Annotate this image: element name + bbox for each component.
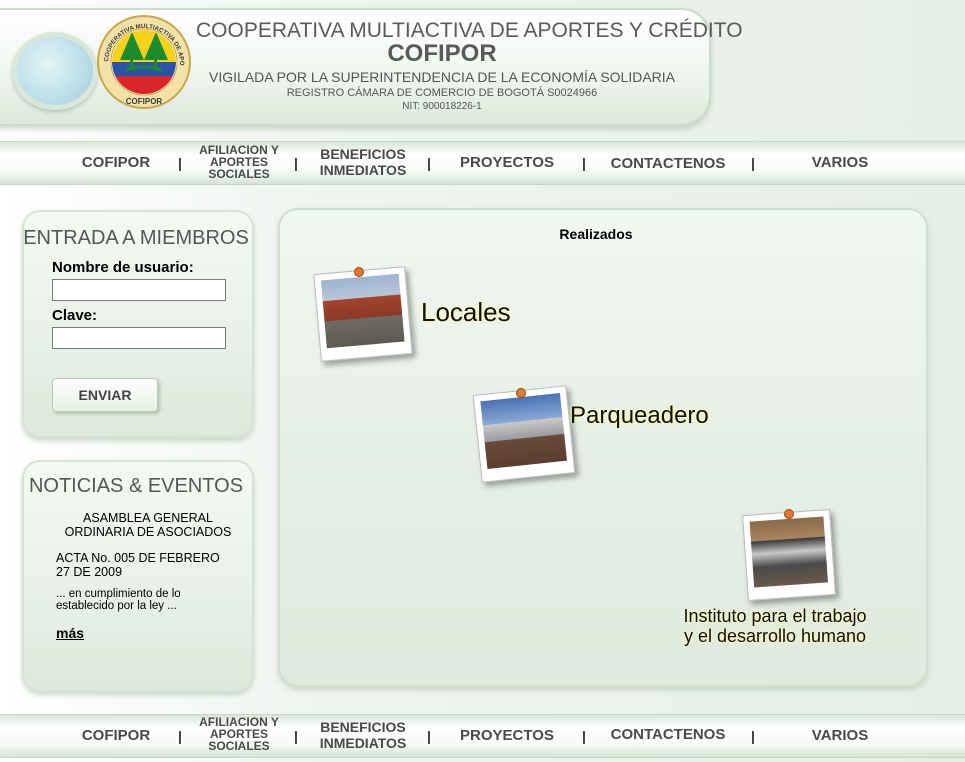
locales-image bbox=[320, 273, 405, 349]
news-title: NOTICIAS & EVENTOS bbox=[28, 475, 244, 497]
main-heading: Realizados bbox=[559, 226, 633, 242]
news-excerpt-line2: establecido por la ley ... bbox=[56, 600, 177, 612]
nav-beneficios-line2: INMEDIATOS bbox=[319, 735, 407, 751]
instituto-image bbox=[749, 516, 829, 588]
news-acta: ACTA No. 005 DE FEBRERO 27 DE 2009 bbox=[56, 551, 220, 579]
nav-proyectos[interactable]: PROYECTOS bbox=[450, 728, 564, 743]
news-more-link[interactable]: más bbox=[56, 625, 84, 641]
news-acta-line1: ACTA No. 005 DE FEBRERO bbox=[56, 551, 220, 565]
nav-separator: | bbox=[178, 155, 182, 171]
parqueadero-photo[interactable] bbox=[472, 385, 576, 483]
enviar-button[interactable]: ENVIAR bbox=[52, 378, 158, 412]
locales-photo[interactable] bbox=[313, 266, 413, 362]
news-headline: ASAMBLEA GENERAL ORDINARIA DE ASOCIADOS bbox=[56, 511, 240, 539]
nav-afiliacion-line3: SOCIALES bbox=[208, 739, 270, 753]
nav-varios[interactable]: VARIOS bbox=[790, 728, 890, 743]
username-label: Nombre de usuario: bbox=[52, 259, 194, 276]
logo-bottom-text: COFIPOR bbox=[126, 97, 163, 106]
nav-separator: | bbox=[751, 155, 755, 171]
nav-separator: | bbox=[751, 728, 755, 744]
nav-separator: | bbox=[178, 728, 182, 744]
news-headline-line2: ORDINARIA DE ASOCIADOS bbox=[64, 525, 232, 539]
header-supervision: VIGILADA POR LA SUPERINTENDENCIA DE LA E… bbox=[208, 69, 676, 85]
news-headline-line1: ASAMBLEA GENERAL bbox=[83, 511, 213, 525]
decorative-orb-icon bbox=[12, 32, 98, 110]
nav-cofipor[interactable]: COFIPOR bbox=[70, 728, 162, 743]
nav-contactenos[interactable]: CONTACTENOS bbox=[602, 727, 734, 742]
instituto-photo[interactable] bbox=[742, 509, 836, 601]
news-excerpt: ... en cumplimiento de lo establecido po… bbox=[56, 588, 181, 612]
nav-separator: | bbox=[427, 728, 431, 744]
news-acta-line2: 27 DE 2009 bbox=[56, 565, 123, 579]
nav-contactenos[interactable]: CONTACTENOS bbox=[602, 156, 734, 171]
nav-separator: | bbox=[294, 155, 298, 171]
nav-beneficios[interactable]: BENEFICIOS INMEDIATOS bbox=[307, 146, 419, 178]
instituto-caption-line2: y el desarrollo humano bbox=[683, 626, 867, 646]
password-input[interactable] bbox=[52, 327, 226, 349]
locales-caption[interactable]: Locales bbox=[421, 297, 511, 328]
nav-beneficios-line1: BENEFICIOS bbox=[320, 719, 406, 735]
nav-separator: | bbox=[582, 728, 586, 744]
nav-separator: | bbox=[294, 728, 298, 744]
nav-beneficios[interactable]: BENEFICIOS INMEDIATOS bbox=[307, 719, 419, 751]
nav-varios[interactable]: VARIOS bbox=[790, 155, 890, 170]
nav-proyectos[interactable]: PROYECTOS bbox=[450, 155, 564, 170]
pin-icon bbox=[354, 267, 364, 277]
pin-icon bbox=[516, 388, 526, 398]
news-excerpt-line1: ... en cumplimiento de lo bbox=[56, 588, 181, 600]
nav-cofipor[interactable]: COFIPOR bbox=[70, 155, 162, 170]
nav-afiliacion[interactable]: AFILIACION Y APORTES SOCIALES bbox=[190, 716, 288, 752]
password-label: Clave: bbox=[52, 307, 98, 324]
nav-afiliacion-line3: SOCIALES bbox=[208, 167, 270, 181]
header-registry: REGISTRO CÁMARA DE COMERCIO DE BOGOTÁ S0… bbox=[286, 87, 598, 99]
instituto-caption[interactable]: Instituto para el trabajo y el desarroll… bbox=[664, 606, 886, 646]
nav-afiliacion[interactable]: AFILIACION Y APORTES SOCIALES bbox=[190, 144, 288, 180]
header-subtitle: COFIPOR bbox=[387, 40, 497, 67]
header-nit: NIT: 900018226-1 bbox=[402, 101, 482, 112]
pin-icon bbox=[784, 509, 794, 519]
parqueadero-caption[interactable]: Parqueadero bbox=[570, 402, 709, 430]
nav-beneficios-line1: BENEFICIOS bbox=[320, 146, 406, 162]
nav-beneficios-line2: INMEDIATOS bbox=[319, 162, 407, 178]
cofipor-logo: COOPERATIVA MULTIACTIVA DE APORTES Y CRE… bbox=[96, 14, 191, 109]
nav-separator: | bbox=[427, 155, 431, 171]
login-title: ENTRADA A MIEMBROS bbox=[23, 227, 249, 249]
username-input[interactable] bbox=[52, 279, 226, 301]
instituto-caption-line1: Instituto para el trabajo bbox=[683, 606, 867, 626]
nav-separator: | bbox=[582, 155, 586, 171]
parqueadero-image bbox=[480, 393, 568, 470]
